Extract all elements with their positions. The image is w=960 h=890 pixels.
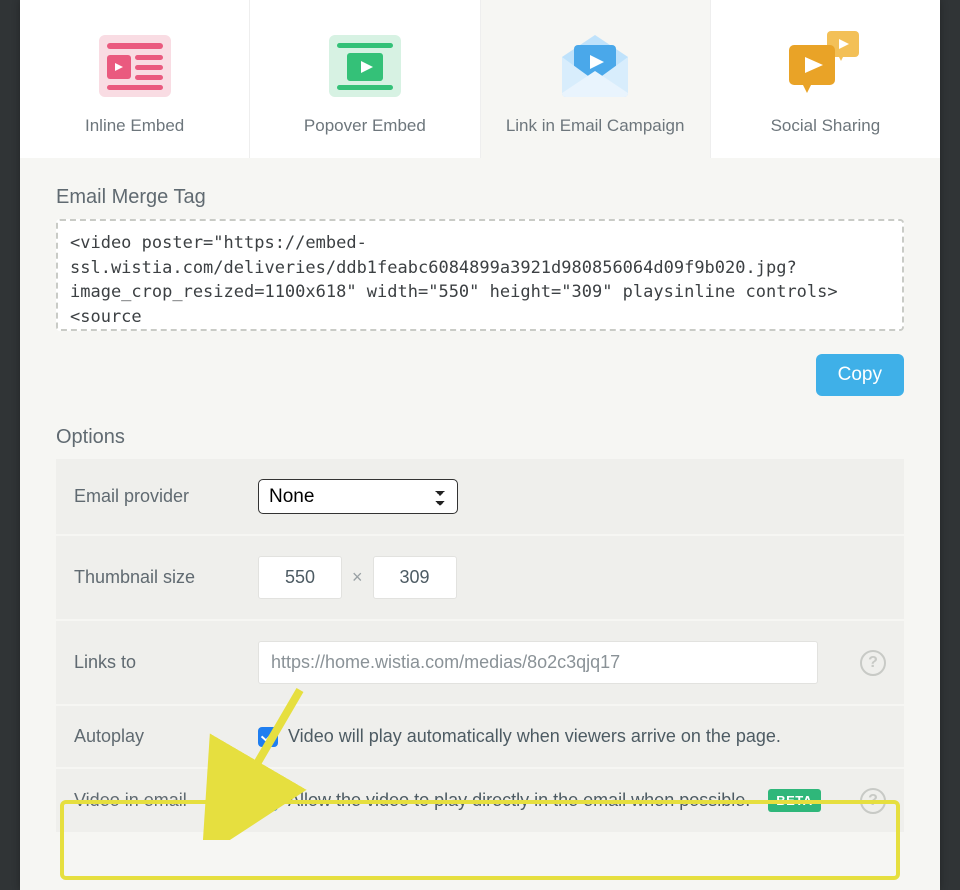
tabs: Inline Embed Popover Embed [20, 0, 940, 158]
email-provider-select[interactable]: None [258, 479, 458, 514]
social-sharing-icon [711, 30, 940, 102]
links-to-input[interactable] [258, 641, 818, 684]
tab-social-sharing[interactable]: Social Sharing [711, 0, 940, 158]
inline-embed-icon [20, 30, 249, 102]
popover-embed-icon [250, 30, 479, 102]
video-in-email-checkbox[interactable] [258, 791, 278, 811]
merge-tag-title: Email Merge Tag [56, 186, 904, 209]
option-email-provider: Email provider None [56, 459, 904, 536]
help-icon[interactable]: ? [860, 650, 886, 676]
email-campaign-icon [481, 30, 710, 102]
option-label: Thumbnail size [74, 567, 258, 588]
panel-body: Email Merge Tag <video poster="https://e… [20, 158, 940, 834]
autoplay-checkbox[interactable] [258, 727, 278, 747]
option-autoplay: Autoplay Video will play automatically w… [56, 706, 904, 769]
thumbnail-width-input[interactable] [258, 556, 342, 599]
autoplay-description: Video will play automatically when viewe… [288, 726, 781, 747]
option-links-to: Links to ? [56, 621, 904, 706]
tab-label: Popover Embed [250, 116, 479, 136]
tab-link-in-email[interactable]: Link in Email Campaign [481, 0, 711, 158]
option-label: Video in email [74, 790, 258, 811]
copy-button[interactable]: Copy [816, 354, 904, 396]
embed-share-modal: Inline Embed Popover Embed [20, 0, 940, 890]
merge-tag-textarea[interactable]: <video poster="https://embed-ssl.wistia.… [56, 219, 904, 331]
times-symbol: × [352, 567, 363, 588]
option-label: Links to [74, 652, 258, 673]
option-label: Email provider [74, 486, 258, 507]
tab-inline-embed[interactable]: Inline Embed [20, 0, 250, 158]
thumbnail-height-input[interactable] [373, 556, 457, 599]
option-thumbnail-size: Thumbnail size × [56, 536, 904, 621]
options-title: Options [56, 426, 904, 449]
tab-label: Social Sharing [711, 116, 940, 136]
tab-popover-embed[interactable]: Popover Embed [250, 0, 480, 158]
beta-badge: BETA [768, 789, 820, 812]
tab-label: Inline Embed [20, 116, 249, 136]
option-label: Autoplay [74, 726, 258, 747]
tab-label: Link in Email Campaign [481, 116, 710, 136]
help-icon[interactable]: ? [860, 788, 886, 814]
option-video-in-email: Video in email Allow the video to play d… [56, 769, 904, 834]
video-in-email-description: Allow the video to play directly in the … [288, 790, 750, 811]
